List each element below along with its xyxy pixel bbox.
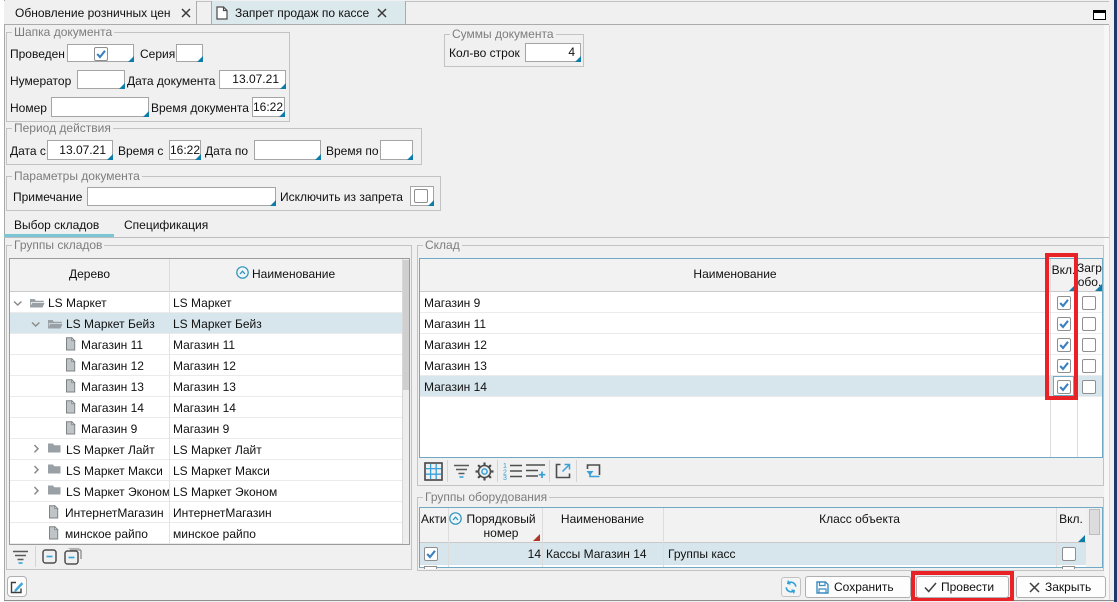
svg-text:3: 3 [503,475,507,480]
